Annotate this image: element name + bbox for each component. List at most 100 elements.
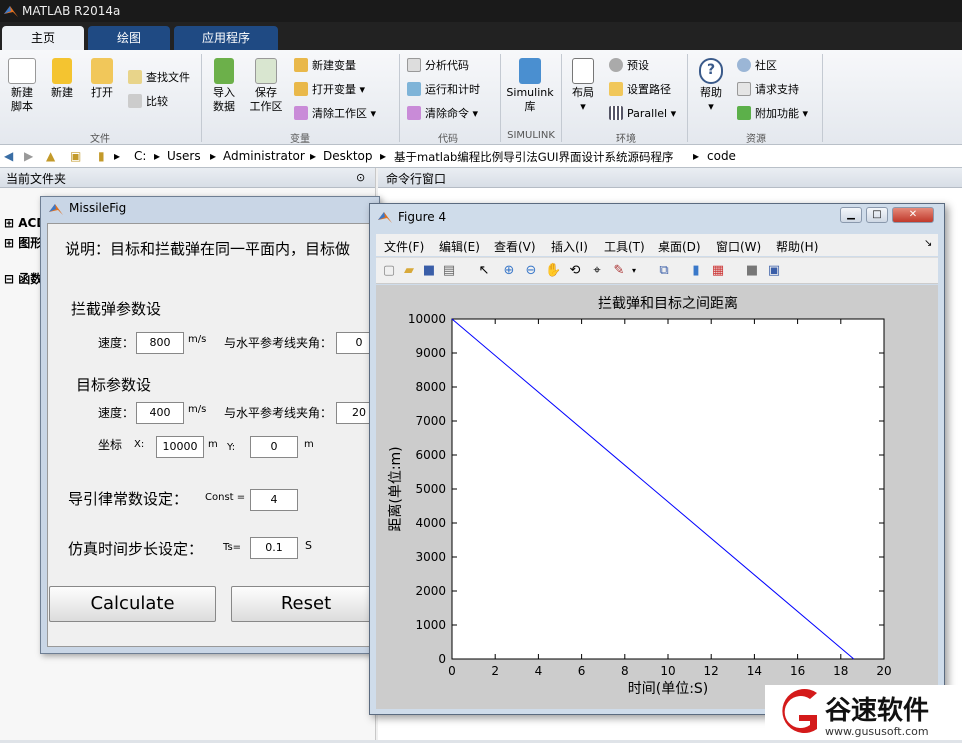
menu-edit[interactable]: 编辑(E) (439, 238, 480, 255)
open-variable-button[interactable]: 打开变量 ▾ (294, 82, 365, 98)
y-tick-label: 0 (438, 652, 446, 666)
link-plot-icon[interactable]: ⧉ (656, 263, 672, 279)
hide-plot-tools-icon[interactable]: ■ (744, 263, 760, 279)
new-script-button[interactable]: 新建 脚本 (4, 58, 40, 114)
coordinate-label: 坐标 (98, 438, 123, 452)
dock-arrow-icon[interactable]: ↘ (924, 238, 932, 249)
pointer-icon[interactable]: ↖ (476, 263, 492, 279)
address-bar[interactable]: ◀ ▶ ▲ ▣ ▮ ▸ C: ▸ Users ▸ Administrator ▸… (0, 145, 962, 168)
y-axis-label: 距离(单位:m) (387, 446, 404, 531)
import-data-button[interactable]: 导入 数据 (206, 58, 242, 114)
menu-help[interactable]: 帮助(H) (776, 238, 818, 255)
open-button[interactable]: 打开 (84, 58, 120, 100)
chevron-down-icon[interactable]: ▾ (626, 263, 642, 279)
divider (687, 54, 688, 142)
tab-apps[interactable]: 应用程序 (174, 26, 278, 50)
colorbar-icon[interactable]: ▮ (688, 263, 704, 279)
zoom-in-icon[interactable]: ⊕ (501, 263, 517, 279)
preferences-button[interactable]: 预设 (609, 58, 649, 74)
set-path-button[interactable]: 设置路径 (609, 82, 671, 98)
folder-item[interactable]: ⊞ 图形 (4, 234, 42, 251)
data-cursor-icon[interactable]: ⌖ (589, 263, 605, 279)
request-support-label: 请求支持 (755, 83, 799, 96)
panel-menu-icon[interactable]: ⊙ (356, 171, 365, 184)
simulink-button[interactable]: Simulink 库 (504, 58, 556, 114)
find-files-button[interactable]: 查找文件 (128, 70, 190, 86)
time-step-input[interactable]: 0.1 (250, 537, 298, 559)
open-variable-label: 打开变量 (312, 83, 356, 96)
minimize-icon[interactable]: ▁ (840, 207, 862, 223)
tab-home[interactable]: 主页 (2, 26, 84, 50)
title-bar: MATLAB R2014a (0, 0, 962, 22)
new-figure-icon[interactable]: ▢ (381, 263, 397, 279)
help-button[interactable]: ? 帮助 ▾ (694, 58, 728, 114)
legend-icon[interactable]: ▦ (710, 263, 726, 279)
open-file-icon[interactable]: ▰ (401, 263, 417, 279)
menu-tools[interactable]: 工具(T) (604, 238, 645, 255)
time-step-label: 仿真时间步长设定： (68, 540, 204, 558)
breadcrumb-segment[interactable]: C: (134, 149, 146, 163)
clear-commands-button[interactable]: 清除命令 ▾ (407, 106, 478, 122)
breadcrumb-segment[interactable]: Users (167, 149, 201, 163)
calculate-button[interactable]: Calculate (49, 586, 216, 622)
save-workspace-button[interactable]: 保存 工作区 (246, 58, 286, 114)
open-label: 打开 (91, 86, 113, 99)
missilefig-titlebar[interactable]: MissileFig (41, 197, 379, 221)
breadcrumb-segment[interactable]: code (707, 149, 736, 163)
rotate-icon[interactable]: ⟲ (567, 263, 583, 279)
reset-button[interactable]: Reset (231, 586, 381, 622)
clear-commands-icon (407, 106, 421, 120)
menu-insert[interactable]: 插入(I) (551, 238, 588, 255)
menu-window[interactable]: 窗口(W) (716, 238, 761, 255)
guidance-constant-input[interactable]: 4 (250, 489, 298, 511)
show-plot-tools-icon[interactable]: ▣ (766, 263, 782, 279)
interceptor-speed-input[interactable]: 800 (136, 332, 184, 354)
pan-icon[interactable]: ✋ (545, 263, 561, 279)
forward-icon[interactable]: ▶ (24, 149, 33, 163)
divider (500, 54, 501, 142)
target-y-input[interactable]: 0 (250, 436, 298, 458)
back-icon[interactable]: ◀ (4, 149, 13, 163)
import-data-label: 导入 数据 (213, 86, 235, 113)
run-and-time-label: 运行和计时 (425, 83, 480, 96)
clear-workspace-button[interactable]: 清除工作区 ▾ (294, 106, 376, 122)
parallel-button[interactable]: Parallel ▾ (609, 106, 676, 122)
brush-icon[interactable]: ✎ (611, 263, 627, 279)
target-x-input[interactable]: 10000 (156, 436, 204, 458)
menu-file[interactable]: 文件(F) (384, 238, 424, 255)
maximize-icon[interactable]: □ (866, 207, 888, 223)
new-variable-button[interactable]: 新建变量 (294, 58, 356, 74)
y-coordinate-label: Y: (227, 442, 236, 453)
chart-title: 拦截弹和目标之间距离 (598, 295, 738, 312)
plus-icon (52, 58, 72, 84)
figure4-titlebar[interactable]: Figure 4 ▁ □ ✕ (370, 204, 944, 230)
gear-icon (609, 58, 623, 72)
target-speed-input[interactable]: 400 (136, 402, 184, 424)
divider (399, 54, 400, 142)
menu-view[interactable]: 查看(V) (494, 238, 536, 255)
run-and-time-button[interactable]: 运行和计时 (407, 82, 480, 98)
new-button[interactable]: 新建 (44, 58, 80, 100)
tab-plots[interactable]: 绘图 (88, 26, 170, 50)
browse-icon[interactable]: ▣ (70, 149, 81, 163)
print-icon[interactable]: ▤ (441, 263, 457, 279)
menu-desktop[interactable]: 桌面(D) (658, 238, 701, 255)
description-text: 说明：目标和拦截弹在同一平面内，目标做 (65, 240, 351, 258)
community-button[interactable]: 社区 (737, 58, 777, 74)
compare-button[interactable]: 比较 (128, 94, 168, 110)
request-support-button[interactable]: 请求支持 (737, 82, 799, 98)
add-ons-label: 附加功能 (755, 107, 799, 120)
distance-chart[interactable]: 0 2 4 6 8 10 12 14 16 18 20 0 1000 2000 3000 4000 5000 60… (376, 285, 938, 709)
breadcrumb-segment[interactable]: Desktop (323, 149, 373, 163)
save-icon[interactable]: ■ (421, 263, 437, 279)
simulink-icon (519, 58, 541, 84)
add-ons-button[interactable]: 附加功能 ▾ (737, 106, 808, 122)
breadcrumb-segment[interactable]: 基于matlab编程比例导引法GUI界面设计系统源码程序 (394, 149, 674, 165)
close-icon[interactable]: ✕ (892, 207, 934, 223)
zoom-out-icon[interactable]: ⊖ (523, 263, 539, 279)
folder-item[interactable]: ⊟ 函数 (4, 270, 42, 287)
up-folder-icon[interactable]: ▲ (46, 149, 55, 163)
analyze-code-button[interactable]: 分析代码 (407, 58, 469, 74)
layout-button[interactable]: 布局 ▾ (566, 58, 600, 114)
breadcrumb-segment[interactable]: Administrator (223, 149, 305, 163)
